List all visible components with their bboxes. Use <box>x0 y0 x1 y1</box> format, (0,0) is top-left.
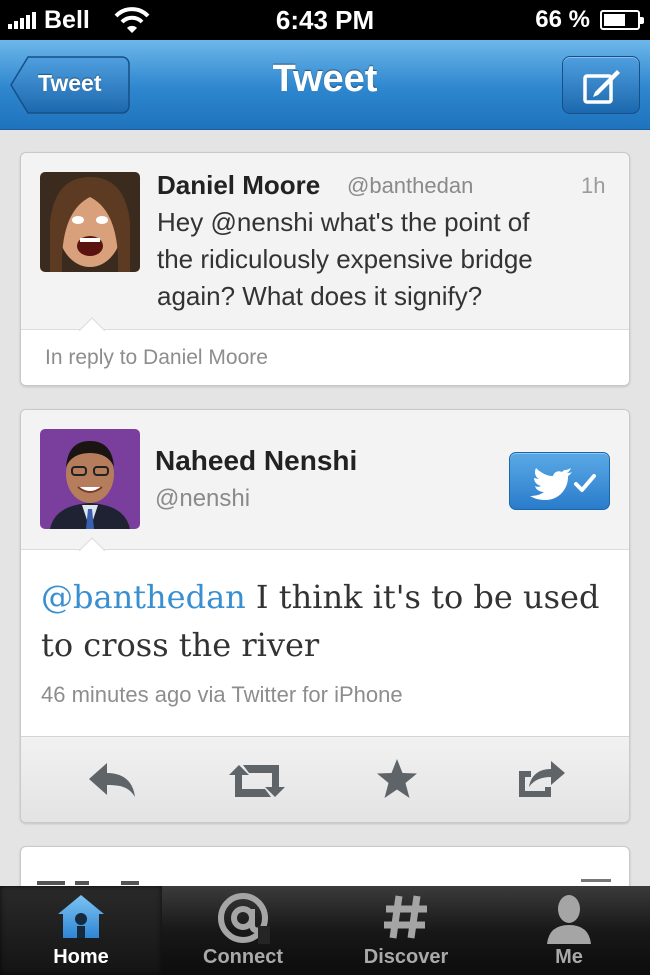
parent-tweet-card[interactable]: Daniel Moore @banthedan 1h Hey @nenshi w… <box>20 152 630 386</box>
compose-button[interactable] <box>562 56 640 114</box>
favorite-button[interactable] <box>375 757 419 801</box>
author-name[interactable]: Daniel Moore <box>157 170 320 201</box>
favorite-icon <box>377 759 417 798</box>
tweet-age: 1h <box>581 173 606 198</box>
reply-context-text: In reply to Daniel Moore <box>45 346 268 369</box>
tab-me[interactable]: Me <box>488 886 650 975</box>
tweet-body: @banthedan I think it's to be used to cr… <box>41 573 599 669</box>
home-icon <box>58 895 104 938</box>
tab-label: Me <box>555 946 583 968</box>
tweet-text-line: to cross the river <box>41 626 320 664</box>
battery-level <box>604 14 625 26</box>
avatar[interactable] <box>40 172 140 272</box>
pointer-notch <box>79 317 105 331</box>
tab-home[interactable]: Home <box>0 886 162 975</box>
status-bar: Bell 6:43 PM 66 % <box>0 0 650 40</box>
reply-button[interactable] <box>83 759 139 803</box>
twitter-bird-icon <box>530 468 596 500</box>
tab-discover[interactable]: Discover <box>325 886 487 975</box>
battery-icon <box>600 10 644 30</box>
tab-connect[interactable]: Connect <box>162 886 324 975</box>
pointer-notch <box>79 537 105 551</box>
compose-icon <box>583 70 620 104</box>
tweet-meta: 46 minutes ago via Twitter for iPhone <box>41 682 403 707</box>
navigation-bar: Tweet Tweet <box>0 40 650 130</box>
action-bar <box>21 736 629 822</box>
at-sign-icon <box>218 893 270 944</box>
tweet-text: I think it's to be used <box>245 578 600 616</box>
person-icon <box>547 895 591 944</box>
naheed-nenshi-avatar-image <box>40 429 140 529</box>
main-tweet-header: Naheed Nenshi @nenshi <box>21 410 629 550</box>
page-title: Tweet <box>272 58 378 100</box>
tab-label: Connect <box>203 946 283 968</box>
author-handle[interactable]: @nenshi <box>155 485 250 513</box>
share-button[interactable] <box>515 757 567 801</box>
battery-percent: 66 % <box>535 6 590 33</box>
author-name[interactable]: Naheed Nenshi <box>155 445 357 477</box>
retweet-button[interactable] <box>225 759 289 803</box>
daniel-moore-avatar-image <box>40 172 140 272</box>
tab-label: Discover <box>363 946 449 968</box>
reply-icon <box>89 763 135 797</box>
next-card-content-stub <box>37 881 65 885</box>
follow-button[interactable] <box>509 452 610 510</box>
retweet-icon <box>229 765 285 797</box>
tweet-text-line: Hey @nenshi what's the point of <box>157 207 530 237</box>
mention-link[interactable]: @banthedan <box>41 578 246 616</box>
main-tweet-card: Naheed Nenshi @nenshi @banthedan I think… <box>20 409 630 823</box>
tweet-text-line: the ridiculously expensive bridge <box>157 244 533 274</box>
tweet-text: Hey @nenshi what's the point of the ridi… <box>157 204 533 315</box>
next-card-content-stub <box>75 881 89 885</box>
reply-context-bar[interactable]: In reply to Daniel Moore <box>21 317 629 385</box>
avatar[interactable] <box>40 429 140 529</box>
hash-icon <box>384 895 427 939</box>
tab-bar: Home Connect Discover Me <box>0 886 650 975</box>
tab-label: Home <box>53 946 109 968</box>
tweet-text-line: again? What does it signify? <box>157 281 483 311</box>
next-card-content-stub <box>581 879 611 885</box>
share-icon <box>519 761 565 797</box>
next-card-content-stub <box>121 881 139 885</box>
author-handle[interactable]: @banthedan <box>347 173 473 199</box>
